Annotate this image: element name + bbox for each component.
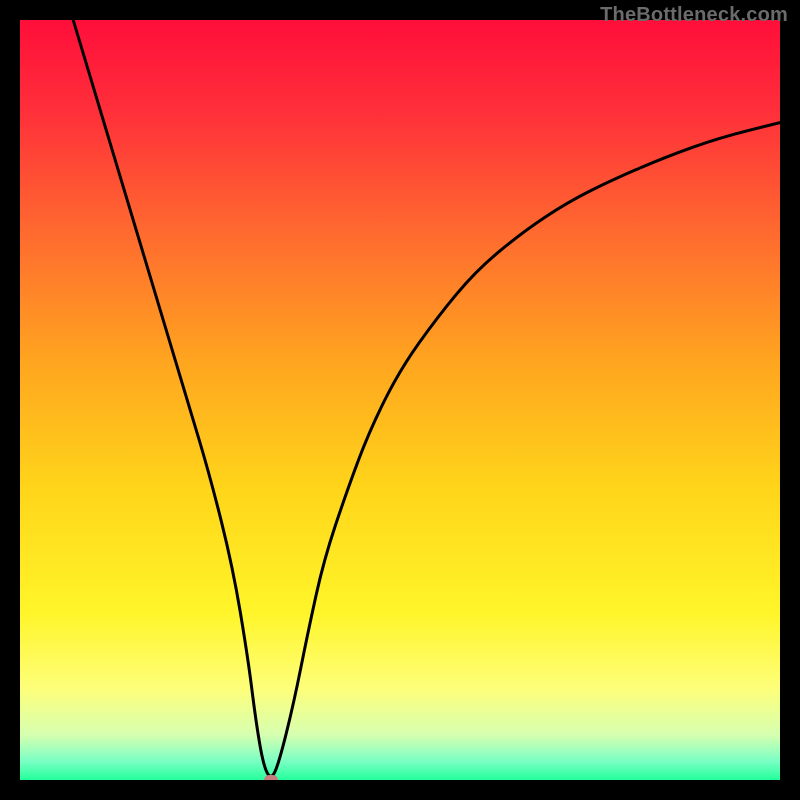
chart-frame: TheBottleneck.com <box>0 0 800 800</box>
minimum-marker <box>264 775 278 780</box>
plot-area <box>20 20 780 780</box>
watermark-text: TheBottleneck.com <box>600 4 788 27</box>
bottleneck-curve <box>20 20 780 780</box>
